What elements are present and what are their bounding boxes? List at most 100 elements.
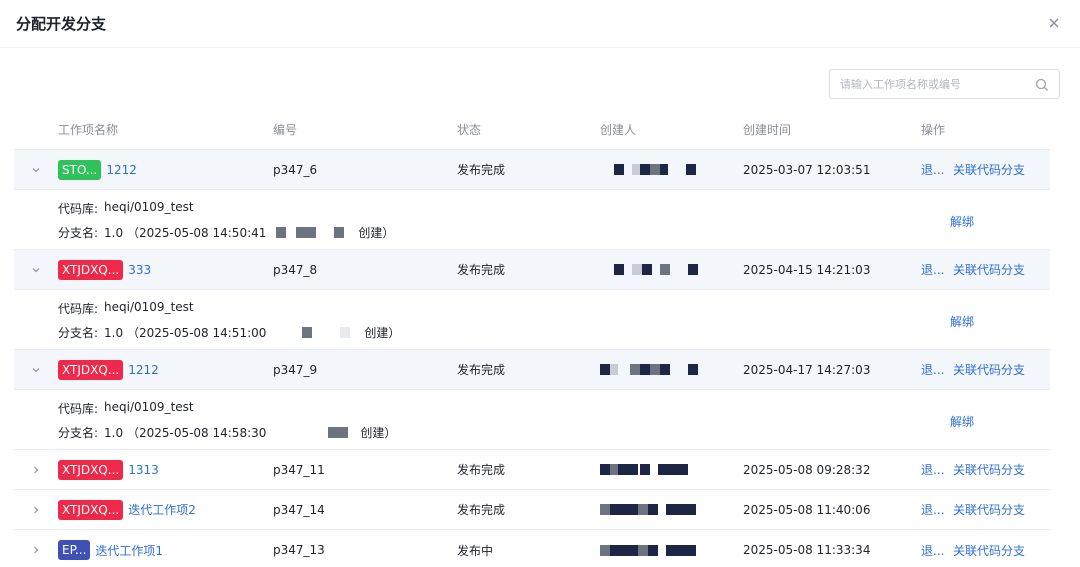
branch-creator-redacted xyxy=(276,227,358,238)
item-status: 发布完成 xyxy=(457,503,506,517)
link-branch-button[interactable]: 关联代码分支 xyxy=(953,361,1025,378)
work-item-table: 工作项名称 编号 状态 创建人 创建时间 操作 STO... 1212 p347… xyxy=(14,110,1050,567)
item-status: 发布完成 xyxy=(457,263,506,277)
rollback-button[interactable]: 退... xyxy=(921,501,945,518)
row-detail: 代码库: heqi/0109_test 分支名: 1.0 （2025-05-08 1… xyxy=(14,390,1050,450)
unbind-button[interactable]: 解绑 xyxy=(950,313,974,330)
column-header-code: 编号 xyxy=(273,123,298,137)
collapse-toggle[interactable] xyxy=(14,365,58,375)
rollback-button[interactable]: 退... xyxy=(921,161,945,178)
created-suffix: 创建） xyxy=(364,326,401,340)
item-name-link[interactable]: 迭代工作项1 xyxy=(95,542,163,559)
item-type-tag: XTJDXQ... xyxy=(58,259,124,280)
creator-redacted xyxy=(600,264,743,275)
dialog-header: 分配开发分支 xyxy=(0,0,1080,48)
item-created-at: 2025-05-08 09:28:32 xyxy=(743,462,871,477)
creator-redacted xyxy=(600,364,743,375)
expand-toggle[interactable] xyxy=(14,545,58,555)
item-code: p347_14 xyxy=(273,502,325,517)
branch-creator-redacted xyxy=(276,427,360,438)
unbind-button[interactable]: 解绑 xyxy=(950,213,974,230)
column-header-creator: 创建人 xyxy=(600,123,637,137)
table-row: EP... 迭代工作项1 p347_13 发布中 2025-05-08 11:3… xyxy=(14,530,1050,567)
expand-toggle[interactable] xyxy=(14,465,58,475)
chevron-right-icon[interactable] xyxy=(31,545,41,555)
branch-value: 1.0 （2025-05-08 14:50:41 xyxy=(104,226,267,240)
dialog-title: 分配开发分支 xyxy=(16,15,107,33)
link-branch-button[interactable]: 关联代码分支 xyxy=(953,501,1025,518)
item-type-tag: STO... xyxy=(58,159,102,180)
collapse-toggle[interactable] xyxy=(14,265,58,275)
column-header-status: 状态 xyxy=(457,123,482,137)
item-code: p347_8 xyxy=(273,262,318,277)
chevron-down-icon[interactable] xyxy=(31,265,41,275)
item-created-at: 2025-05-08 11:33:34 xyxy=(743,543,871,557)
item-name-link[interactable]: 1313 xyxy=(128,463,159,477)
branch-value: 1.0 （2025-05-08 14:58:30 xyxy=(104,426,267,440)
branch-label: 分支名: xyxy=(58,226,99,240)
table-row: XTJDXQ... 333 p347_8 发布完成 2025-04-15 14:… xyxy=(14,250,1050,290)
creator-redacted xyxy=(600,164,743,175)
item-type-tag: XTJDXQ... xyxy=(58,499,124,520)
link-branch-button[interactable]: 关联代码分支 xyxy=(953,461,1025,478)
item-name-link[interactable]: 1212 xyxy=(106,163,137,177)
item-name-link[interactable]: 333 xyxy=(128,263,151,277)
rollback-button[interactable]: 退... xyxy=(921,542,945,559)
branch-creator-redacted xyxy=(276,327,364,338)
branch-value: 1.0 （2025-05-08 14:51:00 xyxy=(104,326,267,340)
unbind-button[interactable]: 解绑 xyxy=(950,413,974,430)
column-header-name: 工作项名称 xyxy=(58,123,119,137)
rollback-button[interactable]: 退... xyxy=(921,361,945,378)
search-input[interactable] xyxy=(840,77,1035,91)
item-name-link[interactable]: 迭代工作项2 xyxy=(128,501,196,518)
repo-value: heqi/0109_test xyxy=(104,400,194,414)
link-branch-button[interactable]: 关联代码分支 xyxy=(953,261,1025,278)
table-row: XTJDXQ... 1313 p347_11 发布完成 2025-05-08 0… xyxy=(14,450,1050,490)
row-detail: 代码库: heqi/0109_test 分支名: 1.0 （2025-05-08 1… xyxy=(14,190,1050,250)
item-name-link[interactable]: 1212 xyxy=(128,363,159,377)
item-code: p347_11 xyxy=(273,462,325,477)
item-code: p347_13 xyxy=(273,543,325,557)
rollback-button[interactable]: 退... xyxy=(921,261,945,278)
item-type-tag: XTJDXQ... xyxy=(58,459,124,480)
item-status: 发布完成 xyxy=(457,363,506,377)
column-header-created-at: 创建时间 xyxy=(743,123,792,137)
item-status: 发布完成 xyxy=(457,163,506,177)
item-status: 发布完成 xyxy=(457,463,506,477)
repo-value: heqi/0109_test xyxy=(104,200,194,214)
chevron-down-icon[interactable] xyxy=(31,165,41,175)
chevron-right-icon[interactable] xyxy=(31,505,41,515)
item-code: p347_9 xyxy=(273,362,318,377)
expand-toggle[interactable] xyxy=(14,505,58,515)
item-type-tag: EP... xyxy=(58,540,91,560)
repo-value: heqi/0109_test xyxy=(104,300,194,314)
link-branch-button[interactable]: 关联代码分支 xyxy=(953,542,1025,559)
column-header-ops: 操作 xyxy=(921,123,946,137)
link-branch-button[interactable]: 关联代码分支 xyxy=(953,161,1025,178)
table-row: XTJDXQ... 1212 p347_9 发布完成 2025-04-17 14… xyxy=(14,350,1050,390)
toolbar xyxy=(0,48,1080,106)
item-created-at: 2025-03-07 12:03:51 xyxy=(743,162,871,177)
table-header: 工作项名称 编号 状态 创建人 创建时间 操作 xyxy=(14,110,1050,150)
item-status: 发布中 xyxy=(457,543,494,558)
item-type-tag: XTJDXQ... xyxy=(58,359,124,380)
creator-redacted xyxy=(600,544,743,556)
branch-label: 分支名: xyxy=(58,326,99,340)
rollback-button[interactable]: 退... xyxy=(921,461,945,478)
chevron-right-icon[interactable] xyxy=(31,465,41,475)
chevron-down-icon[interactable] xyxy=(31,365,41,375)
item-code: p347_6 xyxy=(273,162,318,177)
search-box xyxy=(829,69,1060,99)
branch-label: 分支名: xyxy=(58,426,99,440)
table-row: STO... 1212 p347_6 发布完成 2025-03-07 12:03… xyxy=(14,150,1050,190)
close-icon[interactable] xyxy=(1044,14,1064,33)
item-created-at: 2025-04-17 14:27:03 xyxy=(743,362,871,377)
repo-label: 代码库: xyxy=(58,202,99,216)
collapse-toggle[interactable] xyxy=(14,165,58,175)
creator-redacted xyxy=(600,464,743,475)
item-created-at: 2025-05-08 11:40:06 xyxy=(743,502,871,517)
row-detail: 代码库: heqi/0109_test 分支名: 1.0 （2025-05-08 1… xyxy=(14,290,1050,350)
created-suffix: 创建） xyxy=(358,226,395,240)
search-icon[interactable] xyxy=(1035,77,1049,91)
creator-redacted xyxy=(600,504,743,515)
